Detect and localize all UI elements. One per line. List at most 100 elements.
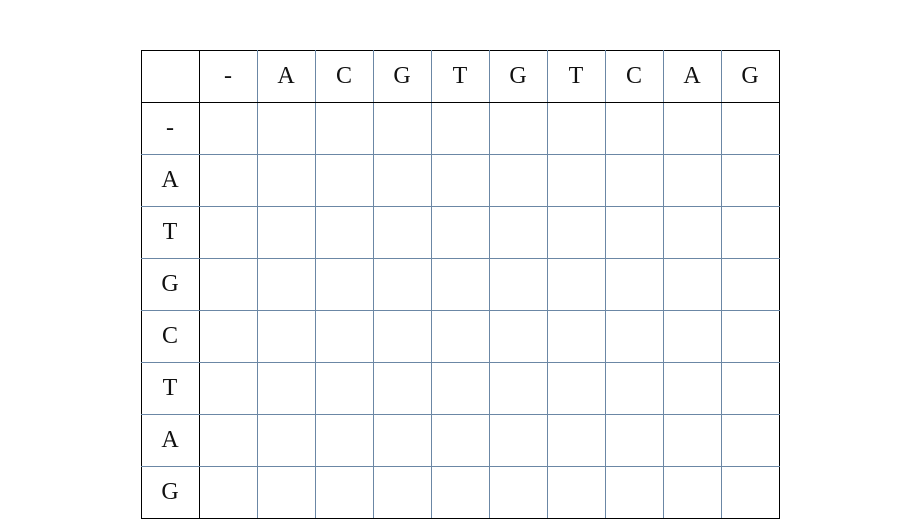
data-cell — [605, 415, 663, 467]
data-cell — [315, 311, 373, 363]
row-header-cell: A — [141, 155, 199, 207]
data-cell — [663, 155, 721, 207]
data-cell — [199, 103, 257, 155]
data-cell — [605, 207, 663, 259]
data-cell — [721, 363, 779, 415]
data-cell — [489, 311, 547, 363]
data-cell — [315, 415, 373, 467]
data-cell — [199, 363, 257, 415]
data-cell — [199, 155, 257, 207]
data-cell — [431, 415, 489, 467]
data-cell — [721, 103, 779, 155]
row-header-cell: T — [141, 363, 199, 415]
data-cell — [431, 259, 489, 311]
data-cell — [605, 467, 663, 519]
table-row: G — [141, 467, 779, 519]
data-cell — [547, 467, 605, 519]
data-cell — [547, 311, 605, 363]
col-header-cell: G — [721, 51, 779, 103]
matrix-table: - A C G T G T C A G - A — [141, 50, 780, 519]
data-cell — [315, 155, 373, 207]
row-header-cell: G — [141, 259, 199, 311]
data-cell — [663, 103, 721, 155]
data-cell — [257, 259, 315, 311]
data-cell — [257, 207, 315, 259]
data-cell — [257, 311, 315, 363]
data-cell — [315, 207, 373, 259]
data-cell — [373, 363, 431, 415]
table-row: A — [141, 415, 779, 467]
data-cell — [315, 259, 373, 311]
data-cell — [373, 103, 431, 155]
column-header-row: - A C G T G T C A G — [141, 51, 779, 103]
data-cell — [431, 103, 489, 155]
data-cell — [663, 415, 721, 467]
data-cell — [257, 415, 315, 467]
data-cell — [489, 467, 547, 519]
row-header-cell: G — [141, 467, 199, 519]
data-cell — [605, 363, 663, 415]
col-header-cell: A — [663, 51, 721, 103]
data-cell — [373, 155, 431, 207]
data-cell — [489, 207, 547, 259]
data-cell — [721, 259, 779, 311]
col-header-cell: G — [489, 51, 547, 103]
data-cell — [489, 363, 547, 415]
col-header-cell: G — [373, 51, 431, 103]
data-cell — [257, 103, 315, 155]
data-cell — [257, 155, 315, 207]
data-cell — [663, 207, 721, 259]
data-cell — [489, 103, 547, 155]
col-header-cell: T — [431, 51, 489, 103]
data-cell — [663, 363, 721, 415]
data-cell — [547, 103, 605, 155]
data-cell — [199, 207, 257, 259]
data-cell — [257, 467, 315, 519]
row-header-cell: C — [141, 311, 199, 363]
data-cell — [721, 155, 779, 207]
data-cell — [431, 363, 489, 415]
data-cell — [373, 467, 431, 519]
row-header-cell: A — [141, 415, 199, 467]
col-header-cell: - — [199, 51, 257, 103]
data-cell — [489, 259, 547, 311]
col-header-cell: A — [257, 51, 315, 103]
table-row: C — [141, 311, 779, 363]
data-cell — [489, 155, 547, 207]
data-cell — [721, 467, 779, 519]
data-cell — [721, 311, 779, 363]
data-cell — [721, 207, 779, 259]
table-row: T — [141, 207, 779, 259]
data-cell — [315, 103, 373, 155]
col-header-cell: T — [547, 51, 605, 103]
row-header-cell: - — [141, 103, 199, 155]
data-cell — [315, 363, 373, 415]
data-cell — [257, 363, 315, 415]
data-cell — [431, 467, 489, 519]
data-cell — [547, 259, 605, 311]
data-cell — [373, 311, 431, 363]
data-cell — [547, 207, 605, 259]
data-cell — [199, 259, 257, 311]
data-cell — [315, 467, 373, 519]
data-cell — [721, 415, 779, 467]
data-cell — [199, 415, 257, 467]
col-header-cell: C — [315, 51, 373, 103]
data-cell — [547, 363, 605, 415]
row-header-cell: T — [141, 207, 199, 259]
data-cell — [605, 103, 663, 155]
data-cell — [663, 311, 721, 363]
col-header-cell: C — [605, 51, 663, 103]
data-cell — [605, 259, 663, 311]
data-cell — [199, 467, 257, 519]
data-cell — [431, 155, 489, 207]
data-cell — [373, 259, 431, 311]
data-cell — [489, 415, 547, 467]
table-row: T — [141, 363, 779, 415]
data-cell — [199, 311, 257, 363]
data-cell — [373, 207, 431, 259]
data-cell — [605, 155, 663, 207]
data-cell — [431, 311, 489, 363]
data-cell — [547, 415, 605, 467]
data-cell — [547, 155, 605, 207]
